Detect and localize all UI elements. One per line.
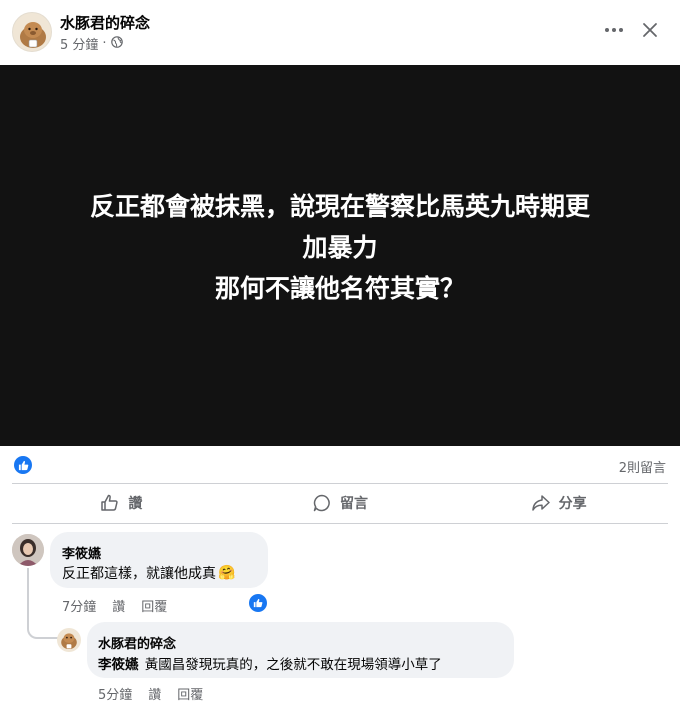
post-image[interactable]: 反正都會被抹黑，說現在警察比馬英九時期更 加暴力 那何不讓他名符其實？ [0,65,680,446]
page-name[interactable]: 水豚君的碎念 [60,12,150,33]
like-button-label: 讚 [128,496,143,512]
post-text-line: 加暴力 [302,233,378,262]
post-text-line: 反正都會被抹黑，說現在警察比馬英九時期更 [89,192,590,221]
comment-text-body: 反正都這樣，就讓他成真 [62,566,216,582]
thumbs-up-icon [101,494,118,511]
like-icon[interactable] [14,456,32,474]
reply-time[interactable]: 5分鐘 [98,684,132,703]
page-avatar[interactable] [12,12,52,52]
like-button[interactable]: 讚 [12,484,231,522]
post-image-text: 反正都會被抹黑，說現在警察比馬英九時期更 加暴力 那何不讓他名符其實？ [30,186,650,309]
close-button[interactable] [632,14,668,46]
reply-author-avatar[interactable] [57,628,81,652]
reply-author[interactable]: 水豚君的碎念 [98,633,176,652]
post-time[interactable]: 5 分鐘 [60,34,98,53]
comment-icon [313,494,330,512]
like-icon [253,598,263,608]
meta-separator: · [102,36,107,51]
reply-like-link[interactable]: 讚 [148,684,161,703]
post-meta: 5 分鐘 · [60,34,123,53]
comment-button[interactable]: 留言 [231,484,450,522]
commenter-avatar[interactable] [12,534,44,566]
reply-text-body: 黃國昌發現玩真的，之後就不敢在現場領導小草了 [140,657,442,673]
share-button-label: 分享 [558,496,587,512]
comment-like-link[interactable]: 讚 [112,596,125,615]
comment-time[interactable]: 7分鐘 [62,596,96,615]
post-actions: 讚 留言 分享 [12,484,668,522]
comment-text: 反正都這樣，就讓他成真 🤗 [62,563,235,583]
comment-button-label: 留言 [340,496,368,512]
more-horizontal-icon [605,28,623,32]
reply-reply-link[interactable]: 回覆 [177,684,203,703]
comment-reply-link[interactable]: 回覆 [141,596,167,615]
reply-text: 李筱嬿 黃國昌發現玩真的，之後就不敢在現場領導小草了 [98,653,442,673]
more-options-button[interactable] [596,14,632,46]
comment-count[interactable]: 2則留言 [619,457,666,476]
divider [12,523,668,524]
comment-author[interactable]: 李筱嬿 [62,543,101,562]
comment-meta: 7分鐘 讚 回覆 [62,596,167,615]
reply-mention[interactable]: 李筱嬿 [98,653,139,673]
post-text-line: 那何不讓他名符其實？ [214,274,465,303]
globe-icon [110,35,123,52]
reactions-bar: 2則留言 [0,448,680,482]
post-header: 水豚君的碎念 5 分鐘 · [0,0,680,64]
comment-like-reaction[interactable] [247,592,269,614]
share-button[interactable]: 分享 [449,484,668,522]
hugging-face-emoji: 🤗 [218,565,236,581]
close-icon [643,23,657,37]
reply-meta: 5分鐘 讚 回覆 [98,684,203,703]
share-icon [531,495,550,511]
